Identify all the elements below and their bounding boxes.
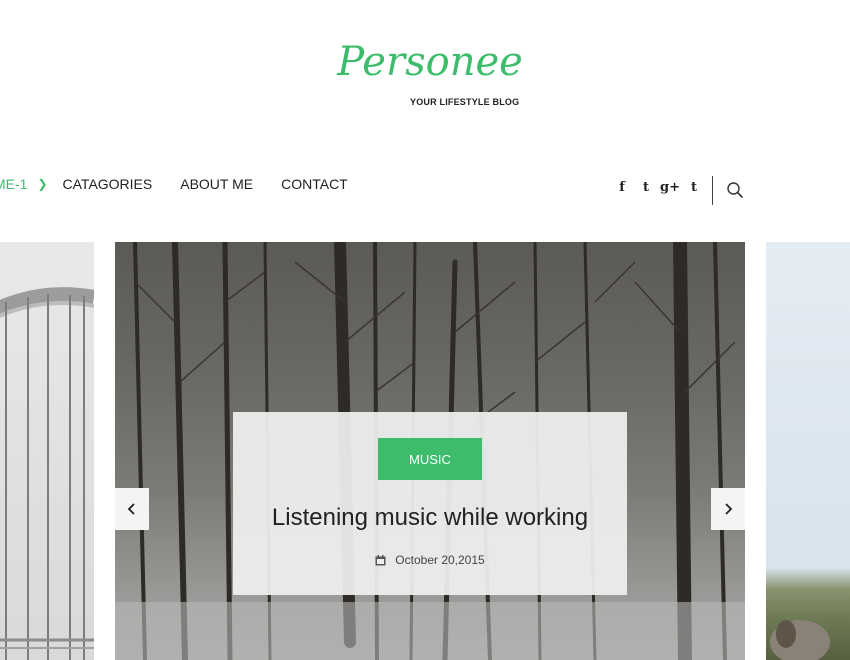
tagline: YOUR LIFESTYLE BLOG — [410, 97, 520, 107]
nav-item-contact[interactable]: CONTACT — [281, 176, 348, 192]
tumblr-icon[interactable]: t — [682, 180, 706, 195]
slide-prev-image[interactable] — [0, 242, 94, 660]
post-date-text: October 20,2015 — [395, 553, 485, 567]
nav-item-about-me[interactable]: ABOUT ME — [180, 176, 253, 192]
post-title[interactable]: Listening music while working — [233, 504, 627, 532]
slider-next-button[interactable] — [711, 488, 745, 530]
google-plus-icon[interactable]: g+ — [658, 180, 682, 195]
calendar-icon — [375, 554, 386, 566]
nav-item-categories[interactable]: CATAGORIES — [63, 176, 153, 192]
chevron-right-icon — [725, 503, 733, 515]
slide-next-image[interactable] — [766, 242, 850, 660]
search-icon[interactable] — [726, 181, 744, 199]
category-badge[interactable]: MUSIC — [378, 438, 482, 480]
logo-text[interactable]: Personee — [0, 38, 850, 86]
chevron-left-icon — [127, 503, 135, 515]
main-nav: ME-1 ❯ CATAGORIES ABOUT ME CONTACT — [0, 176, 376, 192]
twitter-icon[interactable]: t — [634, 180, 658, 195]
logo[interactable]: Personee — [0, 38, 850, 86]
facebook-icon[interactable]: f — [610, 180, 634, 195]
slider-prev-button[interactable] — [115, 488, 149, 530]
social-links: f t g+ t — [610, 180, 706, 195]
nav-divider — [712, 176, 713, 205]
chevron-right-icon: ❯ — [37, 177, 48, 191]
post-date: October 20,2015 — [233, 553, 627, 567]
nav-item-home[interactable]: ME-1 — [0, 176, 27, 192]
